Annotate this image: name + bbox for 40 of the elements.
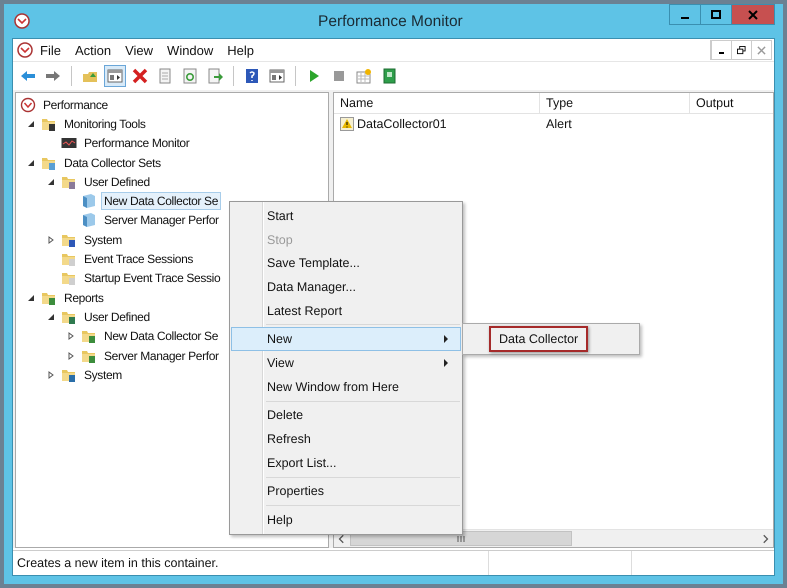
menu-item[interactable]: Help <box>231 508 461 532</box>
menu-item[interactable]: Save Template... <box>231 251 461 276</box>
menu-item[interactable]: Properties <box>231 480 461 504</box>
menu-item[interactable]: Window <box>160 42 220 58</box>
tree-item[interactable]: Performance Monitor <box>81 134 192 152</box>
tree-item[interactable]: Server Manager Perfor <box>101 211 222 230</box>
tree-item[interactable]: New Data Collector Se <box>101 192 222 210</box>
menu-item[interactable]: Delete <box>231 404 461 428</box>
column-header[interactable]: Output <box>690 93 773 113</box>
menu-item[interactable]: View <box>231 351 461 375</box>
table-cell: DataCollector01 <box>357 117 447 131</box>
menu-item[interactable]: Latest Report <box>231 298 461 322</box>
menu-item[interactable]: Refresh <box>231 427 461 451</box>
menu-item[interactable]: File <box>33 42 68 58</box>
tree-item[interactable]: User Defined <box>81 308 153 326</box>
tree-item[interactable]: Event Trace Sessions <box>81 250 196 268</box>
tree-item[interactable]: Monitoring Tools <box>61 114 149 133</box>
tree-item[interactable]: Performance <box>40 96 111 114</box>
status-text: Creates a new item in this container. <box>16 556 220 570</box>
menu-item[interactable]: New Window from Here <box>231 374 461 398</box>
column-header[interactable]: Name <box>334 93 540 113</box>
tree-item[interactable]: New Data Collector Se <box>101 327 222 346</box>
menu-item[interactable]: Help <box>220 42 262 58</box>
menu-item[interactable]: Start <box>231 204 461 228</box>
tree-item[interactable]: System <box>81 366 125 384</box>
tree-item[interactable]: Reports <box>61 288 107 307</box>
column-header[interactable]: Type <box>540 93 690 113</box>
tree-item[interactable]: System <box>81 230 125 249</box>
table-cell-text: Alert <box>545 117 573 131</box>
tree-item[interactable]: Server Manager Perfor <box>101 346 222 364</box>
tree-item[interactable]: User Defined <box>81 172 153 191</box>
tree-item[interactable]: Data Collector Sets <box>61 154 164 172</box>
window-title: Performance Monitor <box>318 13 463 31</box>
menu-item[interactable]: Export List... <box>231 450 461 475</box>
menu-item[interactable]: New <box>231 327 461 352</box>
tree-item[interactable]: Startup Event Trace Sessio <box>81 269 224 288</box>
menu-item[interactable]: Data Collector <box>489 326 588 352</box>
menu-item[interactable]: Action <box>68 42 118 58</box>
menu-item[interactable]: Data Manager... <box>231 275 461 299</box>
menu-item[interactable]: View <box>118 42 160 58</box>
